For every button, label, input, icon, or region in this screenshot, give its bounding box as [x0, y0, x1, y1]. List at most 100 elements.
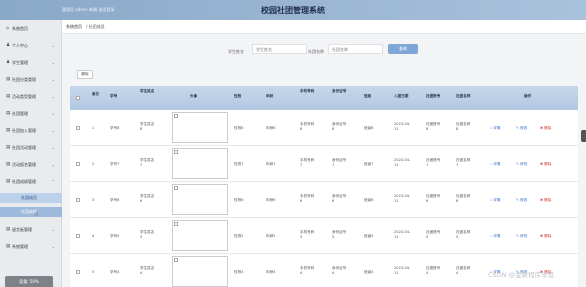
top-header-bar: 管理员 admin 新端 退出登录 校园社团管理系统	[0, 0, 586, 20]
row-student-id: 学号4	[110, 270, 120, 274]
sidebar-item-label: 系统管理	[12, 243, 28, 249]
row-checkbox[interactable]	[76, 162, 80, 166]
side-handle[interactable]	[581, 130, 586, 142]
row-club-name: 社团名称 5	[456, 230, 471, 239]
row-checkbox[interactable]	[76, 126, 80, 130]
col-student-id[interactable]: 学号	[110, 94, 117, 98]
row-student-id: 学号5	[110, 234, 120, 238]
row-club-name: 社团名称 4	[456, 266, 471, 275]
row-club-account: 社团账号 8	[426, 122, 441, 131]
row-join-date: 2023-04- 11	[394, 194, 411, 203]
table-header: 索引 学号 学生姓名 头像 性别 年龄 手机号码 身份证号 班级 入团日期 社团…	[70, 86, 578, 110]
sidebar-item-activity-signup[interactable]: ▤ 活动报名管理 ⌄	[0, 159, 62, 170]
student-name-input[interactable]	[252, 44, 307, 54]
row-student-id: 学号7	[110, 162, 120, 166]
broken-image-icon	[174, 222, 178, 226]
row-checkbox[interactable]	[76, 198, 80, 202]
row-student-name: 学生姓名 8	[140, 122, 155, 131]
sidebar-item-system[interactable]: ▤ 系统管理 ⌄	[0, 241, 62, 252]
col-gender[interactable]: 性别	[234, 94, 241, 98]
col-phone[interactable]: 手机号码	[300, 89, 314, 93]
chevron-down-icon: ⌄	[51, 94, 55, 99]
detail-button[interactable]: ⌕ 详情	[490, 126, 500, 131]
col-club-account[interactable]: 社团账号	[426, 94, 440, 98]
row-phone: 手机号码 7	[300, 158, 315, 167]
col-club-name[interactable]: 社团名称	[456, 94, 470, 98]
delete-button[interactable]: ✖ 删除	[540, 162, 551, 167]
col-index[interactable]: 索引	[92, 92, 99, 96]
batch-delete-button[interactable]: 删除	[77, 70, 93, 79]
col-age[interactable]: 年龄	[266, 94, 273, 98]
col-id-card[interactable]: 身份证号	[332, 89, 346, 93]
sidebar-item-activity-type[interactable]: ▤ 活动类型管理 ⌄	[0, 91, 62, 102]
row-student-name: 学生姓名 7	[140, 158, 155, 167]
chevron-down-icon: ⌄	[51, 43, 55, 48]
broken-image-icon	[174, 258, 178, 262]
chevron-down-icon: ⌄	[51, 162, 55, 167]
chevron-down-icon: ⌄	[51, 128, 55, 133]
edit-button[interactable]: ✎ 修改	[516, 162, 527, 167]
col-student-name[interactable]: 学生姓名	[140, 89, 154, 93]
row-index: 5	[92, 270, 95, 274]
avatar-image	[172, 112, 228, 143]
chevron-down-icon: ⌄	[51, 244, 55, 249]
edit-button[interactable]: ✎ 修改	[516, 126, 527, 131]
sidebar-item-club-join[interactable]: ▤ 社团加入管理 ⌄	[0, 125, 62, 136]
col-join-date[interactable]: 入团日期	[394, 94, 408, 98]
chevron-down-icon: ⌄	[51, 60, 55, 65]
detail-button[interactable]: ⌕ 详情	[490, 162, 500, 167]
edit-button[interactable]: ✎ 修改	[516, 198, 527, 203]
row-phone: 手机号码 4	[300, 266, 315, 275]
broken-image-icon	[174, 114, 178, 118]
sidebar-item-guestbook[interactable]: ▤ 留言板管理 ⌄	[0, 224, 62, 235]
sidebar-item-clubs[interactable]: ▤ 社团管理 ⌄	[0, 108, 62, 119]
sidebar-item-home[interactable]: ⌂ 系统首页	[0, 23, 62, 34]
table-row: 2 学号7 学生姓名 7 性别7 年龄7 手机号码 7 身份证号 7 班级7 2023-04- …	[70, 146, 578, 182]
breadcrumb-home[interactable]: 系统首页	[66, 24, 82, 30]
sidebar-subitem-scores[interactable]: 社团成绩	[0, 207, 62, 217]
sidebar-item-label: 社团活动管理	[12, 144, 36, 150]
sidebar-subitem-members[interactable]: 社团成员	[0, 193, 62, 203]
col-class[interactable]: 班级	[364, 94, 371, 98]
sidebar-item-club-activity[interactable]: ▤ 社团活动管理 ⌄	[0, 142, 62, 153]
row-class: 班级4	[364, 270, 374, 274]
row-gender: 性别6	[234, 198, 244, 202]
row-club-account: 社团账号 5	[426, 230, 441, 239]
row-phone: 手机号码 5	[300, 230, 315, 239]
sidebar-item-club-scores[interactable]: ▤ 社团成绩管理 ⌃	[0, 176, 62, 187]
detail-button[interactable]: ⌕ 详情	[490, 198, 500, 203]
row-checkbox[interactable]	[76, 270, 80, 274]
sidebar-item-label: 活动报名管理	[12, 161, 36, 167]
sidebar-item-club-category[interactable]: ▤ 社团分类管理 ⌄	[0, 74, 62, 85]
detail-button[interactable]: ⌕ 详情	[490, 234, 500, 239]
row-student-id: 学号6	[110, 198, 120, 202]
delete-button[interactable]: ✖ 删除	[540, 234, 551, 239]
row-age: 年龄6	[266, 198, 276, 202]
row-checkbox[interactable]	[76, 234, 80, 238]
sidebar-item-label: 个人中心	[12, 42, 28, 48]
row-student-id: 学号8	[110, 126, 120, 130]
row-student-name: 学生姓名 6	[140, 194, 155, 203]
search-button[interactable]: 查询	[388, 44, 418, 54]
club-name-input[interactable]	[328, 44, 383, 54]
row-age: 年龄8	[266, 126, 276, 130]
delete-button[interactable]: ✖ 删除	[540, 126, 551, 131]
sidebar-item-label: 学生管理	[12, 59, 28, 65]
chevron-up-icon: ⌃	[51, 179, 55, 184]
storage-indicator: 容量: 50%	[5, 276, 53, 287]
row-index: 3	[92, 198, 95, 202]
select-all-checkbox[interactable]	[76, 96, 80, 100]
row-gender: 性别5	[234, 234, 244, 238]
app-title: 校园社团管理系统	[261, 6, 325, 15]
row-class: 班级5	[364, 234, 374, 238]
edit-button[interactable]: ✎ 修改	[516, 234, 527, 239]
row-index: 4	[92, 234, 95, 238]
row-join-date: 2023-04- 11	[394, 122, 411, 131]
row-join-date: 2023-04- 11	[394, 266, 411, 275]
student-name-label: 学生姓名	[228, 49, 244, 54]
sidebar-item-students[interactable]: ♟ 学生管理 ⌄	[0, 57, 62, 68]
row-join-date: 2023-04- 11	[394, 230, 411, 239]
delete-button[interactable]: ✖ 删除	[540, 198, 551, 203]
sidebar-item-profile[interactable]: ♟ 个人中心 ⌄	[0, 40, 62, 51]
chevron-down-icon: ⌄	[51, 77, 55, 82]
